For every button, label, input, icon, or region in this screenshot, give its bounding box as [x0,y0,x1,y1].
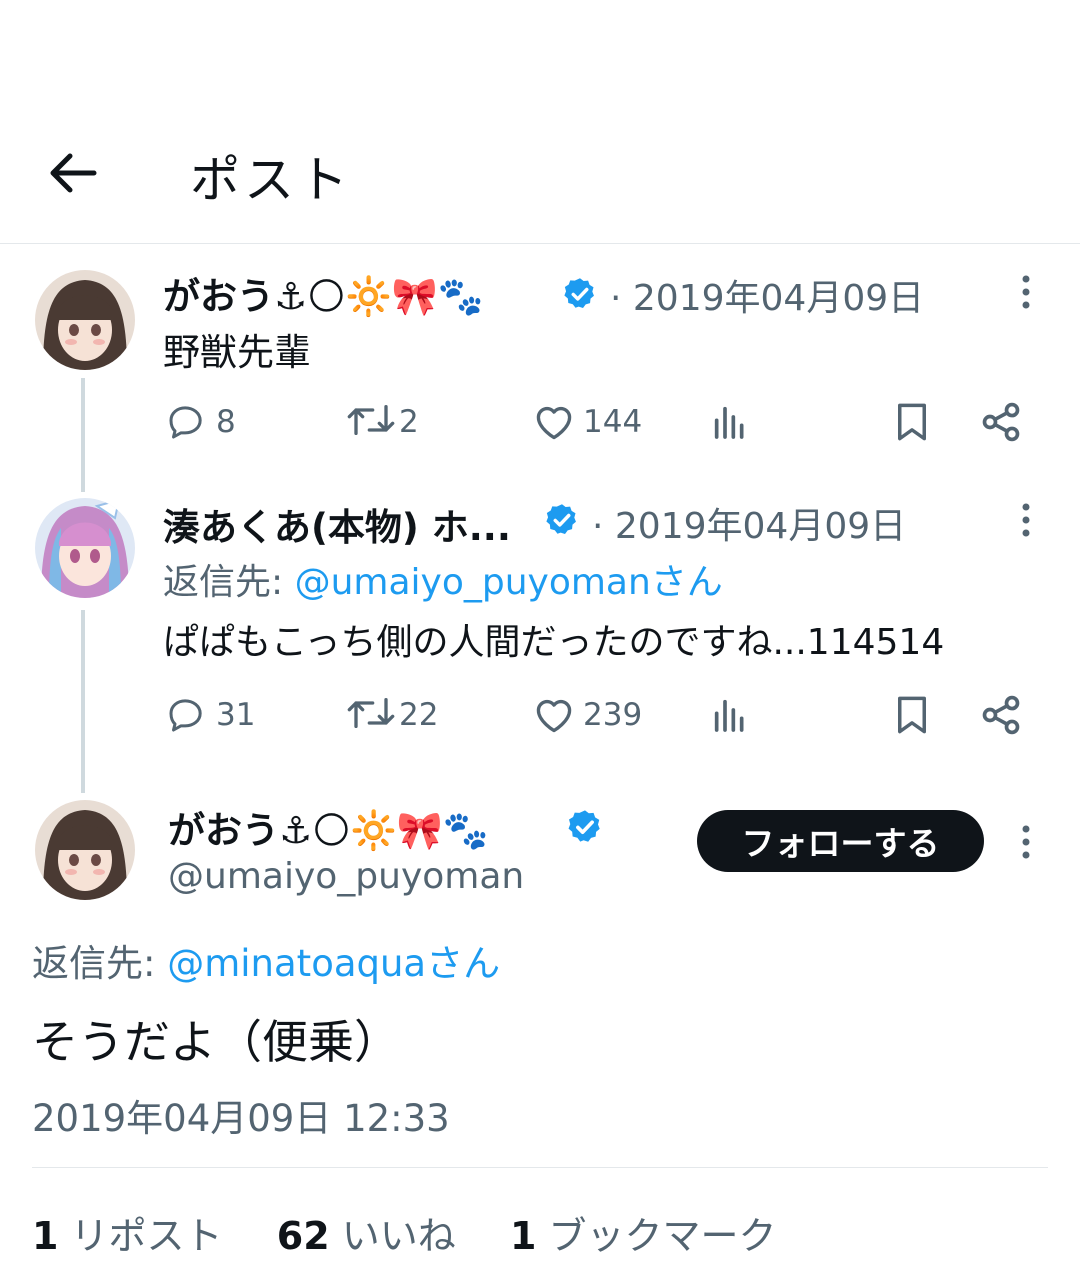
author-handle[interactable]: @umaiyo_puyoman [168,856,524,897]
header-divider [0,243,1080,244]
bookmark-icon[interactable] [891,693,933,737]
more-options-icon[interactable] [1021,502,1031,538]
avatar[interactable] [35,800,135,900]
repost-stat[interactable]: 1 リポスト [32,1214,223,1258]
repost-icon[interactable] [346,400,396,440]
reply-count: 31 [216,697,256,733]
share-icon[interactable] [979,400,1023,444]
verified-badge-icon [568,810,600,842]
reply-count: 8 [216,404,236,440]
verified-badge-icon [564,278,594,308]
stats-divider [32,1167,1048,1168]
author-name[interactable]: 湊あくあ(本物) ホ... [163,497,511,551]
repost-count: 2 [399,404,419,440]
tweet-timestamp[interactable]: 2019年04月09日 12:33 [32,1088,450,1142]
tweet-date[interactable]: · 2019年04月09日 [610,269,924,321]
tweet-date[interactable]: · 2019年04月09日 [592,497,906,549]
bookmark-stat-count: 1 [509,1214,537,1258]
more-options-icon[interactable] [1021,274,1031,310]
repost-stat-label: リポスト [70,1214,223,1258]
like-stat-label: いいね [341,1214,456,1258]
avatar[interactable] [35,498,135,598]
repost-icon[interactable] [346,693,396,733]
reply-icon[interactable] [166,695,206,735]
author-name[interactable]: がおう⚓🌕🔆🎀🐾 [168,800,489,854]
reply-icon[interactable] [166,402,206,442]
thread-line [81,610,85,793]
like-icon[interactable] [532,693,576,737]
repost-count: 22 [399,697,439,733]
thread-line [81,378,85,492]
reply-to-label: 返信先: [163,562,295,603]
main-tweet-text: そうだよ（便乗） [32,1015,400,1069]
like-count: 239 [583,697,643,733]
bookmark-stat-label: ブックマーク [548,1214,777,1258]
reply-to-link[interactable]: @minatoaquaさん [167,942,500,985]
follow-button[interactable]: フォローする [697,810,984,872]
reply-to-link[interactable]: @umaiyo_puyomanさん [295,562,723,603]
more-options-icon[interactable] [1021,824,1031,860]
bookmark-stat[interactable]: 1 ブックマーク [510,1214,777,1258]
like-count: 144 [583,404,643,440]
avatar[interactable] [35,270,135,370]
views-icon[interactable] [710,695,750,735]
like-icon[interactable] [532,400,576,444]
share-icon[interactable] [979,693,1023,737]
tweet-text: 野獣先輩 [163,331,311,374]
like-stat-count: 62 [276,1214,330,1258]
engagement-stats: 1 リポスト 62 いいね 1 ブックマーク [32,1205,777,1260]
views-icon[interactable] [710,402,750,442]
reply-to-line: 返信先: @umaiyo_puyomanさん [163,553,723,605]
reply-to-label: 返信先: [32,942,168,985]
tweet-text: ぱぱもこっち側の人間だったのですね...114514 [163,622,945,663]
back-arrow-icon[interactable] [48,150,98,196]
reply-to-line: 返信先: @minatoaquaさん [32,933,500,987]
bookmark-icon[interactable] [891,400,933,444]
author-name[interactable]: がおう⚓🌕🔆🎀🐾 [163,266,484,320]
like-stat[interactable]: 62 いいね [277,1214,456,1258]
verified-badge-icon [546,504,576,534]
page-title: ポスト [190,151,352,209]
repost-stat-count: 1 [32,1214,59,1258]
